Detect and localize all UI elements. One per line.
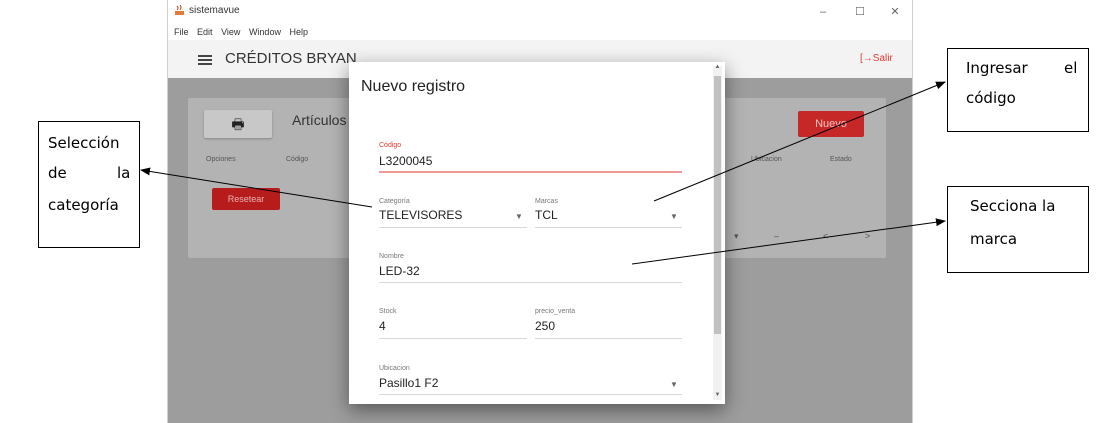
arrow-to-marca-note xyxy=(631,218,946,265)
arrow-to-categoria-note xyxy=(140,167,373,208)
annotation-arrows xyxy=(140,81,946,265)
arrow-to-codigo-note xyxy=(653,81,946,202)
